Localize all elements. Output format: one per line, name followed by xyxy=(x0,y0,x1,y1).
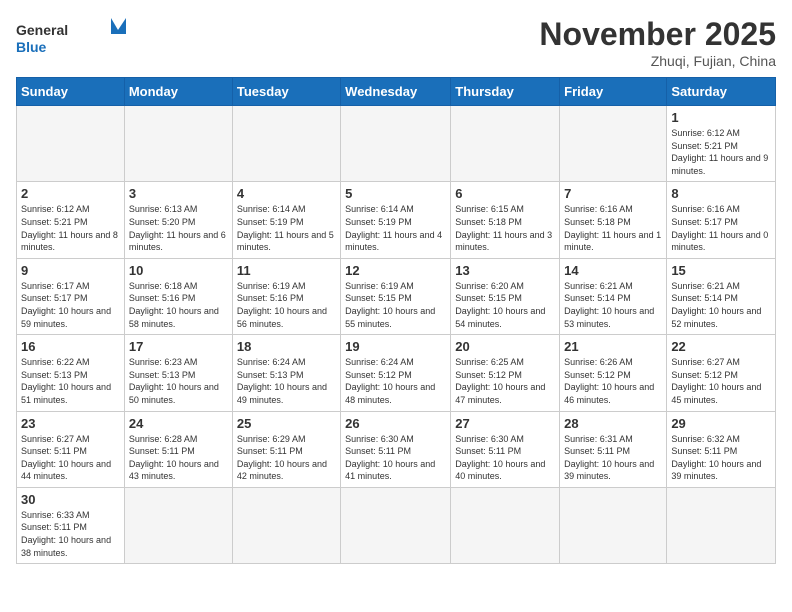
empty-cell xyxy=(451,106,560,182)
day-23: 23 Sunrise: 6:27 AMSunset: 5:11 PMDaylig… xyxy=(17,411,125,487)
day-number-1: 1 xyxy=(671,110,771,125)
week-row-3: 9 Sunrise: 6:17 AMSunset: 5:17 PMDayligh… xyxy=(17,258,776,334)
day-6: 6 Sunrise: 6:15 AMSunset: 5:18 PMDayligh… xyxy=(451,182,560,258)
week-row-4: 16 Sunrise: 6:22 AMSunset: 5:13 PMDaylig… xyxy=(17,335,776,411)
day-18: 18 Sunrise: 6:24 AMSunset: 5:13 PMDaylig… xyxy=(232,335,340,411)
logo-svg: General Blue xyxy=(16,16,126,60)
empty-cell xyxy=(341,487,451,563)
empty-cell xyxy=(17,106,125,182)
day-22: 22 Sunrise: 6:27 AMSunset: 5:12 PMDaylig… xyxy=(667,335,776,411)
day-25: 25 Sunrise: 6:29 AMSunset: 5:11 PMDaylig… xyxy=(232,411,340,487)
day-9: 9 Sunrise: 6:17 AMSunset: 5:17 PMDayligh… xyxy=(17,258,125,334)
svg-text:General: General xyxy=(16,22,68,38)
sunrise-label-1: Sunrise: xyxy=(671,128,704,138)
week-row-1: 1 Sunrise: 6:12 AM Sunset: 5:21 PM Dayli… xyxy=(17,106,776,182)
day-16: 16 Sunrise: 6:22 AMSunset: 5:13 PMDaylig… xyxy=(17,335,125,411)
day-7: 7 Sunrise: 6:16 AMSunset: 5:18 PMDayligh… xyxy=(560,182,667,258)
empty-cell xyxy=(232,106,340,182)
page-header: General Blue November 2025 Zhuqi, Fujian… xyxy=(16,16,776,69)
weekday-header-row: Sunday Monday Tuesday Wednesday Thursday… xyxy=(17,78,776,106)
header-sunday: Sunday xyxy=(17,78,125,106)
header-monday: Monday xyxy=(124,78,232,106)
day-12: 12 Sunrise: 6:19 AMSunset: 5:15 PMDaylig… xyxy=(341,258,451,334)
month-title: November 2025 xyxy=(539,16,776,53)
header-friday: Friday xyxy=(560,78,667,106)
header-wednesday: Wednesday xyxy=(341,78,451,106)
day-11: 11 Sunrise: 6:19 AMSunset: 5:16 PMDaylig… xyxy=(232,258,340,334)
header-thursday: Thursday xyxy=(451,78,560,106)
day-number-2: 2 xyxy=(21,186,120,201)
day-19: 19 Sunrise: 6:24 AMSunset: 5:12 PMDaylig… xyxy=(341,335,451,411)
sunrise-val-1: 6:12 AM xyxy=(707,128,740,138)
empty-cell xyxy=(124,487,232,563)
day-17: 17 Sunrise: 6:23 AMSunset: 5:13 PMDaylig… xyxy=(124,335,232,411)
calendar: Sunday Monday Tuesday Wednesday Thursday… xyxy=(16,77,776,564)
day-4: 4 Sunrise: 6:14 AMSunset: 5:19 PMDayligh… xyxy=(232,182,340,258)
daylight-val-1: 11 hours and 9 minutes. xyxy=(671,153,768,176)
day-20: 20 Sunrise: 6:25 AMSunset: 5:12 PMDaylig… xyxy=(451,335,560,411)
day-8: 8 Sunrise: 6:16 AMSunset: 5:17 PMDayligh… xyxy=(667,182,776,258)
logo: General Blue xyxy=(16,16,126,60)
day-30: 30 Sunrise: 6:33 AMSunset: 5:11 PMDaylig… xyxy=(17,487,125,563)
empty-cell xyxy=(451,487,560,563)
day-26: 26 Sunrise: 6:30 AMSunset: 5:11 PMDaylig… xyxy=(341,411,451,487)
sunset-label-1: Sunset: xyxy=(671,141,702,151)
day-5: 5 Sunrise: 6:14 AMSunset: 5:19 PMDayligh… xyxy=(341,182,451,258)
day-10: 10 Sunrise: 6:18 AMSunset: 5:16 PMDaylig… xyxy=(124,258,232,334)
svg-text:Blue: Blue xyxy=(16,39,47,55)
week-row-6: 30 Sunrise: 6:33 AMSunset: 5:11 PMDaylig… xyxy=(17,487,776,563)
day-2: 2 Sunrise: 6:12 AMSunset: 5:21 PMDayligh… xyxy=(17,182,125,258)
empty-cell xyxy=(124,106,232,182)
empty-cell xyxy=(560,106,667,182)
week-row-5: 23 Sunrise: 6:27 AMSunset: 5:11 PMDaylig… xyxy=(17,411,776,487)
header-tuesday: Tuesday xyxy=(232,78,340,106)
sunset-val-1: 5:21 PM xyxy=(704,141,738,151)
day-21: 21 Sunrise: 6:26 AMSunset: 5:12 PMDaylig… xyxy=(560,335,667,411)
day-info-1: Sunrise: 6:12 AM Sunset: 5:21 PM Dayligh… xyxy=(671,127,771,177)
header-saturday: Saturday xyxy=(667,78,776,106)
empty-cell xyxy=(560,487,667,563)
empty-cell xyxy=(667,487,776,563)
day-29: 29 Sunrise: 6:32 AMSunset: 5:11 PMDaylig… xyxy=(667,411,776,487)
empty-cell xyxy=(232,487,340,563)
week-row-2: 2 Sunrise: 6:12 AMSunset: 5:21 PMDayligh… xyxy=(17,182,776,258)
day-14: 14 Sunrise: 6:21 AMSunset: 5:14 PMDaylig… xyxy=(560,258,667,334)
title-block: November 2025 Zhuqi, Fujian, China xyxy=(539,16,776,69)
day-15: 15 Sunrise: 6:21 AMSunset: 5:14 PMDaylig… xyxy=(667,258,776,334)
day-27: 27 Sunrise: 6:30 AMSunset: 5:11 PMDaylig… xyxy=(451,411,560,487)
day-3: 3 Sunrise: 6:13 AMSunset: 5:20 PMDayligh… xyxy=(124,182,232,258)
day-1: 1 Sunrise: 6:12 AM Sunset: 5:21 PM Dayli… xyxy=(667,106,776,182)
day-28: 28 Sunrise: 6:31 AMSunset: 5:11 PMDaylig… xyxy=(560,411,667,487)
empty-cell xyxy=(341,106,451,182)
location: Zhuqi, Fujian, China xyxy=(539,53,776,69)
day-24: 24 Sunrise: 6:28 AMSunset: 5:11 PMDaylig… xyxy=(124,411,232,487)
day-13: 13 Sunrise: 6:20 AMSunset: 5:15 PMDaylig… xyxy=(451,258,560,334)
